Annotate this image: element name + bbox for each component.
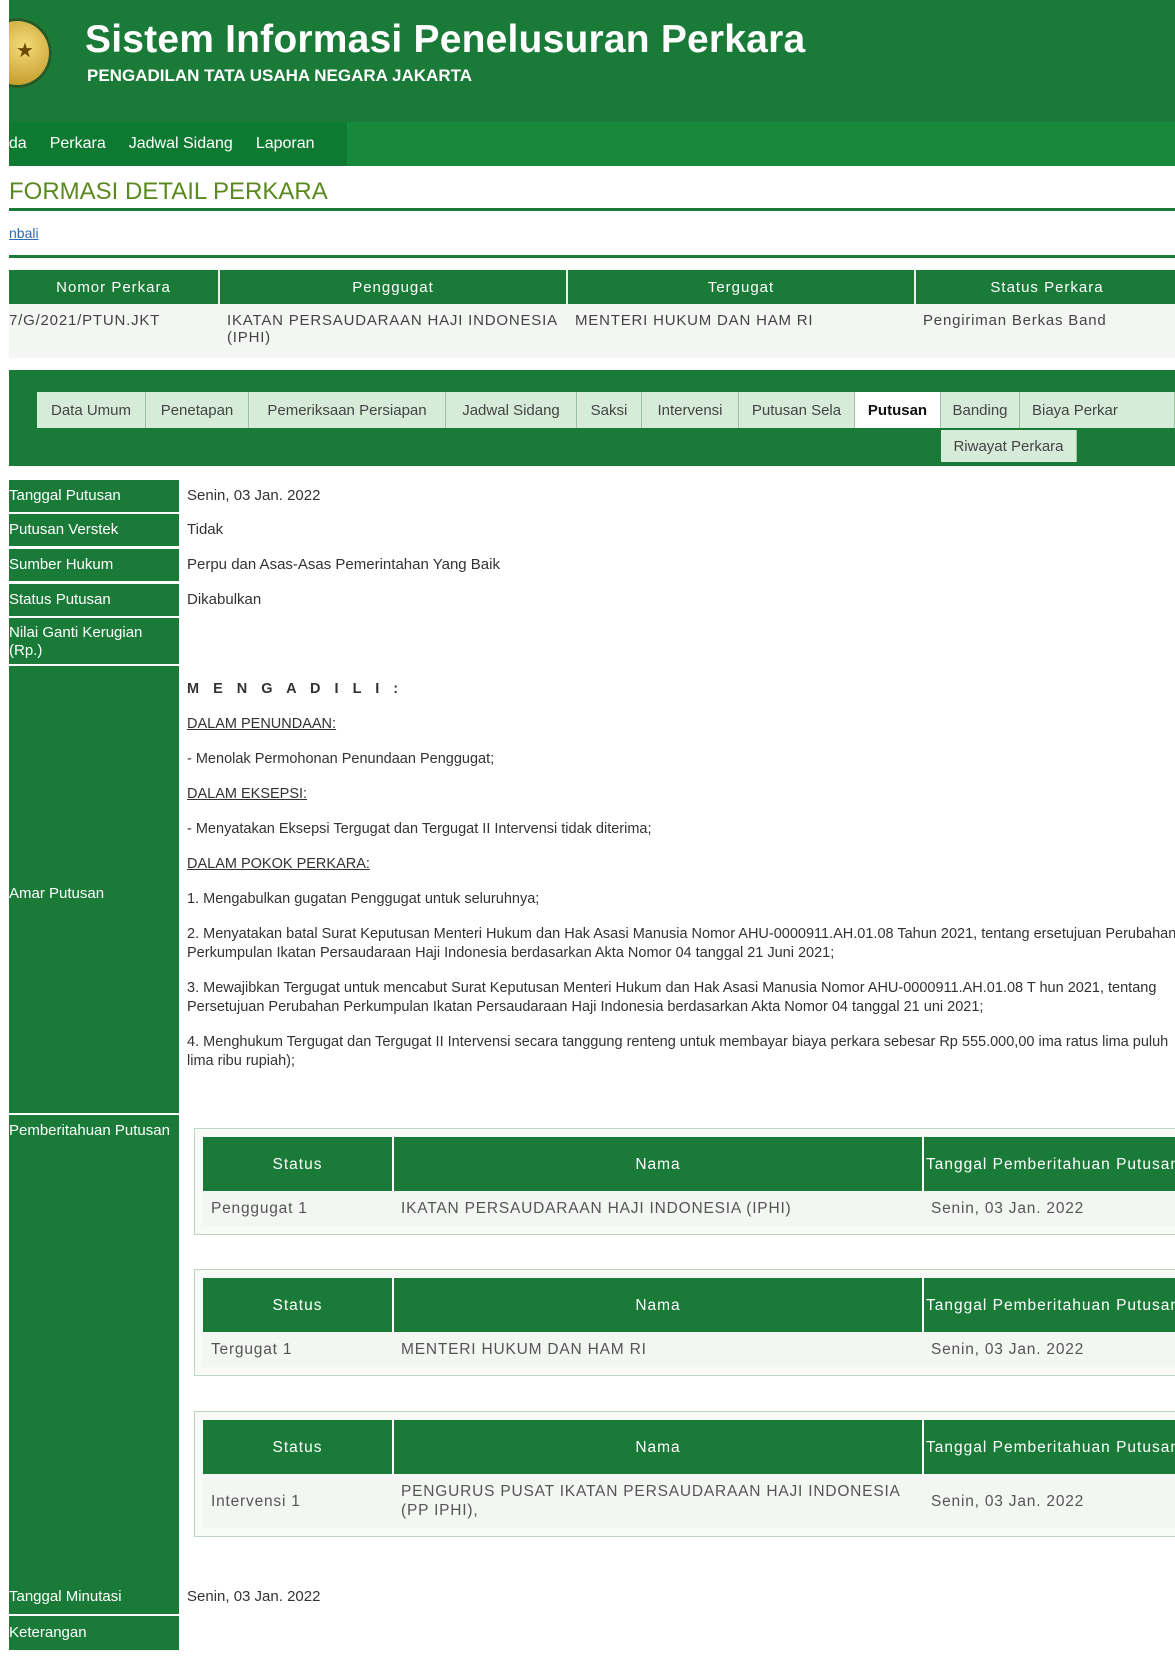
notif-tanggal: Senin, 03 Jan. 2022 [923,1474,1175,1528]
label-sumber-hukum: Sumber Hukum [9,549,179,581]
divider [9,255,1175,258]
amar-item-2: 2. Menyatakan batal Surat Keputusan Ment… [187,926,1175,961]
case-number: 7/G/2021/PTUN.JKT [9,304,219,358]
tab-saksi[interactable]: Saksi [577,392,642,428]
notif-tanggal: Senin, 03 Jan. 2022 [923,1332,1175,1367]
column-header: Tanggal Pemberitahuan Putusan [923,1420,1175,1474]
notif-tanggal: Senin, 03 Jan. 2022 [923,1191,1175,1226]
table-row: Tergugat 1 MENTERI HUKUM DAN HAM RI Seni… [203,1332,1175,1367]
tab-intervensi[interactable]: Intervensi [642,392,739,428]
column-header: Nomor Perkara [9,270,220,304]
site-title: Sistem Informasi Penelusuran Perkara [85,18,806,61]
main-nav: nda Perkara Jadwal Sidang Laporan [9,122,1175,166]
amar-item-4: 4. Menghukum Tergugat dan Tergugat II In… [187,1034,1169,1069]
penundaan-item: - Menolak Permohonan Penundaan Penggugat… [187,751,495,767]
amar-item-3: 3. Mewajibkan Tergugat untuk mencabut Su… [187,980,1157,1015]
plaintiff: IKATAN PERSAUDARAAN HAJI INDONESIA (IPHI… [219,304,567,358]
notif-nama: IKATAN PERSAUDARAAN HAJI INDONESIA (IPHI… [393,1191,923,1226]
case-summary-table: Nomor Perkara Penggugat Tergugat Status … [9,270,1175,358]
value-putusan-verstek: Tidak [187,521,224,538]
value-tanggal-minutasi: Senin, 03 Jan. 2022 [187,1588,321,1605]
nav-laporan[interactable]: Laporan [256,135,315,153]
back-link[interactable]: nbali [9,225,39,241]
amar-putusan-text: M E N G A D I L I : DALAM PENUNDAAN: - M… [187,680,1175,1071]
notif-status: Intervensi 1 [203,1474,393,1528]
label-pemberitahuan-putusan: Pemberitahuan Putusan [9,1115,179,1585]
label-keterangan: Keterangan [9,1616,179,1650]
notification-table-penggugat: Status Nama Tanggal Pemberitahuan Putusa… [194,1128,1175,1235]
tab-bar: Data Umum Penetapan Pemeriksaan Persiapa… [9,370,1175,466]
dalam-penundaan-heading: DALAM PENUNDAAN: [187,716,337,732]
case-status: Pengiriman Berkas Band [915,304,1175,358]
eksepsi-item: - Menyatakan Eksepsi Tergugat dan Tergug… [187,821,652,837]
notif-nama: MENTERI HUKUM DAN HAM RI [393,1332,923,1367]
amar-item-1: 1. Mengabulkan gugatan Penggugat untuk s… [187,891,540,907]
tab-banding[interactable]: Banding [941,392,1020,428]
site-subtitle: PENGADILAN TATA USAHA NEGARA JAKARTA [87,66,473,85]
label-putusan-verstek: Putusan Verstek [9,514,179,546]
column-header: Status [203,1278,394,1332]
label-nilai-ganti-kerugian: Nilai Ganti Kerugian (Rp.) [9,618,179,664]
court-emblem-icon: ★ [9,18,52,88]
table-row: 7/G/2021/PTUN.JKT IKATAN PERSAUDARAAN HA… [9,304,1175,358]
nav-beranda[interactable]: nda [9,135,27,153]
label-tanggal-putusan: Tanggal Putusan [9,480,179,512]
column-header: Nama [393,1278,924,1332]
mengadili-heading: M E N G A D I L I : [187,681,404,697]
tab-jadwal-sidang[interactable]: Jadwal Sidang [446,392,577,428]
tab-biaya-perkara[interactable]: Biaya Perkar [1020,392,1175,428]
value-tanggal-putusan: Senin, 03 Jan. 2022 [187,487,321,504]
table-row: Penggugat 1 IKATAN PERSAUDARAAN HAJI IND… [203,1191,1175,1226]
column-header: Penggugat [219,270,568,304]
nav-jadwal-sidang[interactable]: Jadwal Sidang [129,135,233,153]
tab-data-umum[interactable]: Data Umum [37,392,146,428]
column-header: Status [203,1137,394,1191]
page-title: FORMASI DETAIL PERKARA [9,178,328,205]
notif-status: Penggugat 1 [203,1191,393,1226]
page: ★ Sistem Informasi Penelusuran Perkara P… [9,0,1175,1658]
column-header: Nama [393,1137,924,1191]
dalam-pokok-perkara-heading: DALAM POKOK PERKARA: [187,856,370,872]
notif-nama: PENGURUS PUSAT IKATAN PERSAUDARAAN HAJI … [393,1474,923,1528]
value-sumber-hukum: Perpu dan Asas-Asas Pemerintahan Yang Ba… [187,556,500,573]
tab-pemeriksaan-persiapan[interactable]: Pemeriksaan Persiapan [249,392,446,428]
defendant: MENTERI HUKUM DAN HAM RI [567,304,915,358]
column-header: Tergugat [567,270,916,304]
label-tanggal-minutasi: Tanggal Minutasi [9,1580,179,1614]
dalam-eksepsi-heading: DALAM EKSEPSI: [187,786,308,802]
label-amar-putusan: Amar Putusan [9,885,105,902]
value-status-putusan: Dikabulkan [187,591,262,608]
notification-table-intervensi: Status Nama Tanggal Pemberitahuan Putusa… [194,1411,1175,1537]
column-header: Nama [393,1420,924,1474]
site-header: ★ Sistem Informasi Penelusuran Perkara P… [9,0,1175,122]
label-status-putusan: Status Putusan [9,584,179,616]
table-row: Intervensi 1 PENGURUS PUSAT IKATAN PERSA… [203,1474,1175,1528]
column-header: Tanggal Pemberitahuan Putusan [923,1278,1175,1332]
tab-putusan[interactable]: Putusan [855,392,941,428]
column-header: Status [203,1420,394,1474]
nav-perkara[interactable]: Perkara [50,135,106,153]
pemberitahuan-putusan-text: Pemberitahuan Putusan [9,1122,170,1139]
tab-putusan-sela[interactable]: Putusan Sela [739,392,855,428]
tab-riwayat-perkara[interactable]: Riwayat Perkara [941,430,1077,462]
notification-table-tergugat: Status Nama Tanggal Pemberitahuan Putusa… [194,1269,1175,1376]
column-header: Tanggal Pemberitahuan Putusan [923,1137,1175,1191]
column-header: Status Perkara [915,270,1175,304]
divider [9,208,1175,211]
notif-status: Tergugat 1 [203,1332,393,1367]
tab-penetapan[interactable]: Penetapan [146,392,249,428]
label-amar-putusan-block: Amar Putusan [9,666,179,1113]
